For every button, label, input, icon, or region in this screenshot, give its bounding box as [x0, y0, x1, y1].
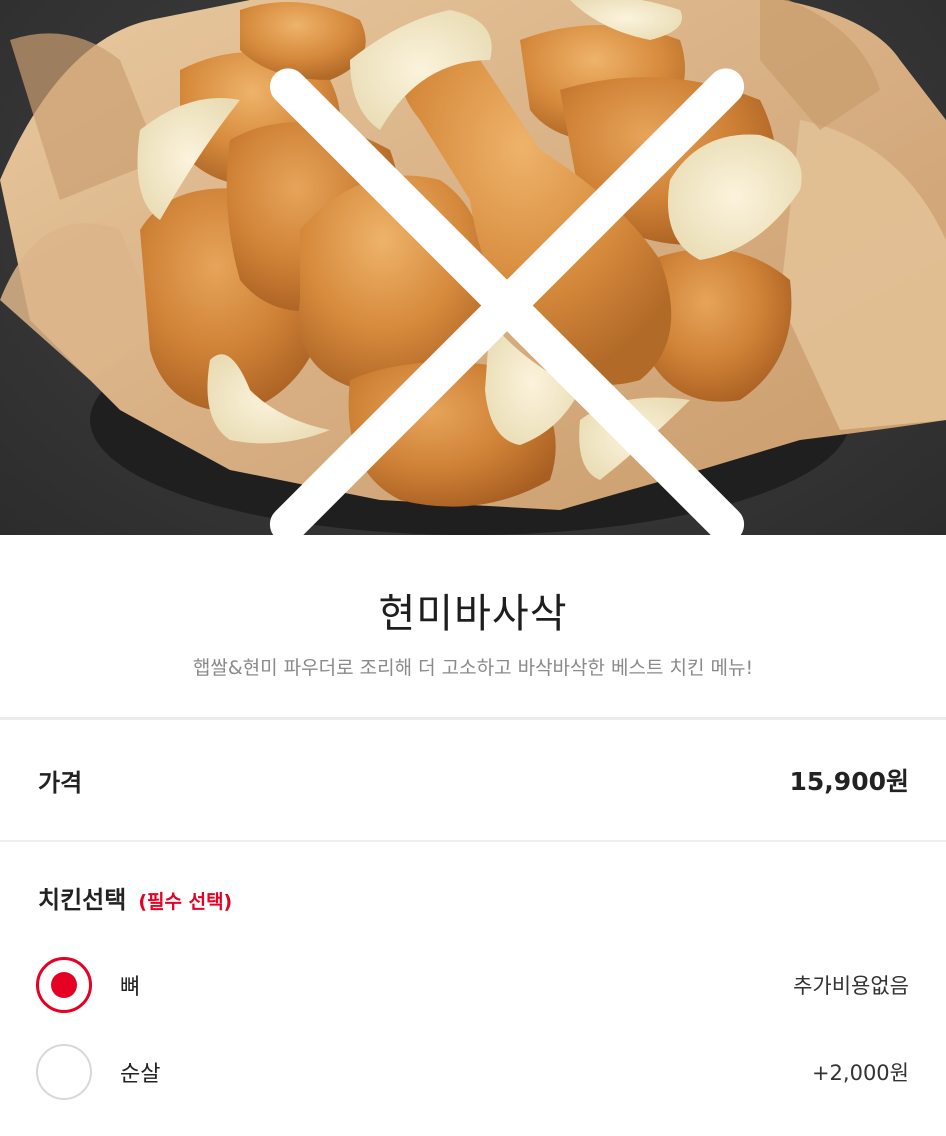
price-value: 15,900원 — [789, 767, 909, 796]
option-price: 추가비용없음 — [793, 974, 909, 998]
share-icon — [860, 38, 946, 535]
share-button[interactable] — [860, 38, 912, 90]
option-price: +2,000원 — [811, 1061, 909, 1085]
product-image — [0, 0, 946, 535]
close-icon — [269, 68, 745, 535]
radio-button[interactable] — [36, 1044, 92, 1100]
price-row: 가격 15,900원 — [0, 720, 946, 840]
option-label: 순살 — [120, 1062, 161, 1087]
radio-button-checked[interactable] — [36, 957, 92, 1013]
section-title: 치킨선택 — [38, 886, 127, 914]
price-label: 가격 — [38, 768, 83, 797]
product-description: 햅쌀&현미 파우더로 조리해 더 고소하고 바삭바삭한 베스트 치킨 메뉴! — [192, 657, 754, 679]
option-boneless[interactable]: 순살 +2,000원 — [0, 1032, 946, 1112]
radio-dot — [51, 972, 77, 998]
product-name: 현미바사삭 — [378, 591, 568, 637]
close-button[interactable] — [34, 38, 745, 535]
product-info: 현미바사삭 햅쌀&현미 파우더로 조리해 더 고소하고 바삭바삭한 베스트 치킨… — [0, 535, 946, 718]
chicken-select-header: 치킨선택 (필수 선택) — [38, 880, 232, 920]
option-bone[interactable]: 뼈 추가비용없음 — [0, 945, 946, 1025]
option-label: 뼈 — [120, 975, 141, 1000]
required-badge: (필수 선택) — [138, 891, 233, 913]
section-divider — [0, 840, 946, 842]
